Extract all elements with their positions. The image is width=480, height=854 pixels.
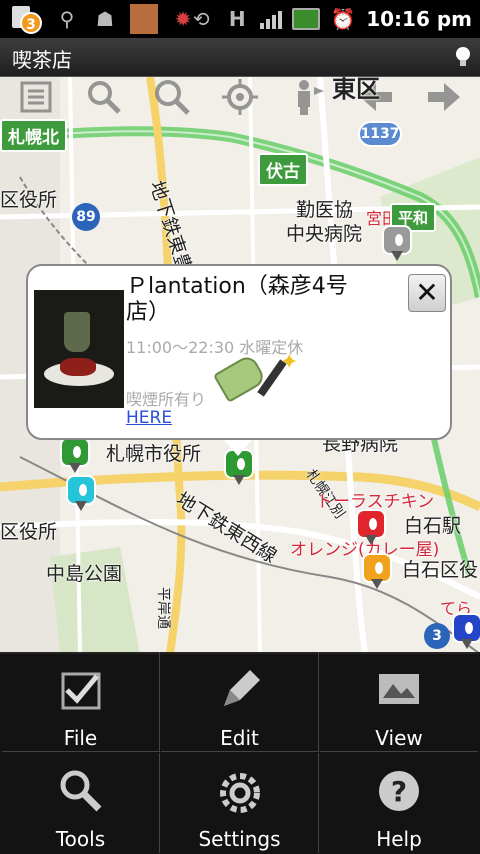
- menu-item-view[interactable]: View: [320, 652, 478, 752]
- checkmark-icon: [61, 672, 101, 710]
- map-marker-green[interactable]: [58, 437, 92, 475]
- status-bar: 3 ⚲ ☗ ✹ ⟲ H ⏰ 10:16 pm: [0, 0, 480, 38]
- status-icons-right: ⟲ H ⏰ 10:16 pm: [188, 4, 472, 34]
- map-label-shiyakusho: 札幌市役所: [106, 443, 202, 465]
- menu-label-help: Help: [376, 827, 422, 851]
- page-title: 喫茶店: [12, 48, 72, 72]
- pencil-icon: [224, 670, 260, 706]
- help-icon: ?: [379, 771, 419, 811]
- menu-label-view: View: [375, 726, 423, 750]
- map-route-89: 89: [72, 203, 100, 231]
- map-label-shiroishi-eki: 白石駅: [404, 515, 462, 537]
- map-marker-gray[interactable]: [380, 225, 414, 263]
- menu-label-edit: Edit: [220, 726, 259, 750]
- svg-text:?: ?: [391, 775, 407, 808]
- street-view-icon[interactable]: [288, 77, 328, 117]
- tools-icon: [60, 770, 102, 812]
- search-icon[interactable]: [152, 77, 192, 117]
- place-smoking: 喫煙所有り: [126, 390, 207, 409]
- map-label-east-ward: 東区: [332, 77, 380, 103]
- map-label-chuo-byoin: 中央病院: [286, 223, 363, 245]
- map-sign-sapporo-kita: 札幌北: [0, 119, 67, 152]
- map-label-ward-office-2: 区役所: [0, 521, 58, 543]
- menu-item-help[interactable]: ? Help: [320, 753, 478, 853]
- star-icon: ✦: [280, 350, 299, 375]
- tag-icon[interactable]: [212, 353, 268, 403]
- usb-icon: ⚲: [59, 7, 75, 31]
- menu-item-file[interactable]: File: [2, 652, 160, 752]
- clock: 10:16 pm: [366, 7, 472, 31]
- place-info-popup: Ｐlantation（森彦4号店） 11:00〜22:30 水曜定休 ✦ 喫煙所…: [26, 264, 452, 456]
- lightbulb-icon[interactable]: [456, 47, 470, 67]
- map-route-1137: 1137: [358, 121, 402, 147]
- map-label-shiroishi-ku: 白石区役: [402, 559, 479, 581]
- menu-item-edit[interactable]: Edit: [161, 652, 319, 752]
- options-menu: File Edit View Tools Settings ? Help: [0, 652, 480, 854]
- map-view[interactable]: 東区 札幌北 1137 伏古 区役所 89 地下鉄東豊 勤医協 中央病院 宮田屋…: [0, 77, 480, 654]
- data-h-icon: H: [228, 7, 246, 31]
- notification-icon[interactable]: 3: [8, 4, 42, 34]
- app-icon: [130, 4, 158, 34]
- popup-pointer: [224, 440, 252, 456]
- alarm-icon: ⏰: [330, 7, 356, 31]
- android-debug-icon: ☗: [96, 7, 114, 31]
- place-title: Ｐlantation（森彦4号店）: [126, 274, 348, 325]
- settings-icon: [220, 773, 260, 813]
- place-hours: 11:00〜22:30 水曜定休: [126, 338, 304, 357]
- forward-arrow-icon[interactable]: [424, 77, 464, 117]
- map-view-icon: [379, 674, 419, 704]
- search-settings-icon[interactable]: [84, 77, 124, 117]
- map-sign-fushiko: 伏古: [258, 153, 308, 186]
- locate-icon[interactable]: [220, 77, 260, 117]
- place-link[interactable]: HERE: [126, 408, 172, 428]
- map-label-hiragishi: 平岸通: [155, 587, 171, 629]
- screen-rotate-icon: ⟲: [192, 7, 210, 31]
- map-marker-cyan[interactable]: [64, 475, 98, 513]
- place-photo: [34, 290, 124, 408]
- status-icons-left: 3 ⚲ ☗ ✹: [8, 4, 196, 34]
- battery-icon: [292, 8, 321, 30]
- map-label-kin-ikyo: 勤医協: [296, 199, 354, 221]
- map-marker-red[interactable]: [354, 509, 388, 547]
- list-icon[interactable]: [16, 77, 56, 117]
- map-label-ward-office: 区役所: [0, 189, 58, 211]
- close-button[interactable]: ✕: [408, 274, 446, 312]
- menu-label-settings: Settings: [198, 827, 281, 851]
- signal-icon: [260, 9, 283, 29]
- menu-item-tools[interactable]: Tools: [2, 753, 160, 853]
- map-label-nakajima-park: 中島公園: [46, 563, 123, 585]
- notification-count: 3: [20, 12, 42, 34]
- menu-label-tools: Tools: [55, 827, 106, 851]
- map-route-3: 3: [424, 623, 450, 649]
- menu-item-settings[interactable]: Settings: [161, 753, 319, 853]
- map-marker-orange[interactable]: [360, 553, 394, 591]
- menu-label-file: File: [63, 726, 98, 750]
- title-bar: 喫茶店: [0, 38, 480, 77]
- map-marker-blue[interactable]: [450, 613, 480, 651]
